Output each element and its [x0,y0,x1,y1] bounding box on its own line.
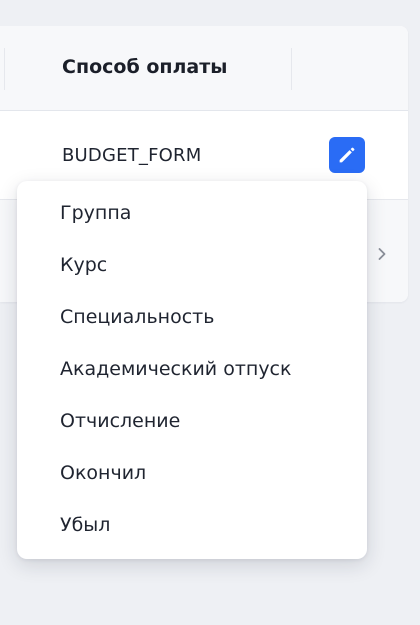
next-page-button[interactable] [370,242,394,266]
column-header-payment-method[interactable]: Способ оплаты [62,56,227,78]
pencil-icon [339,147,355,163]
chevron-right-icon [378,248,386,260]
menu-item-specialty[interactable]: Специальность [17,291,367,343]
menu-item-group[interactable]: Группа [17,187,367,239]
menu-item-graduated[interactable]: Окончил [17,447,367,499]
menu-item-academic-leave[interactable]: Академический отпуск [17,343,367,395]
column-divider [4,48,5,90]
table-header: Способ оплаты [0,26,408,111]
menu-item-departed[interactable]: Убыл [17,499,367,551]
status-dropdown-menu: Группа Курс Специальность Академический … [17,181,367,559]
menu-item-expulsion[interactable]: Отчисление [17,395,367,447]
menu-list: Группа Курс Специальность Академический … [17,187,367,551]
column-divider [291,48,292,90]
payment-method-cell: BUDGET_FORM [62,145,202,166]
menu-item-course[interactable]: Курс [17,239,367,291]
edit-button[interactable] [329,137,365,173]
